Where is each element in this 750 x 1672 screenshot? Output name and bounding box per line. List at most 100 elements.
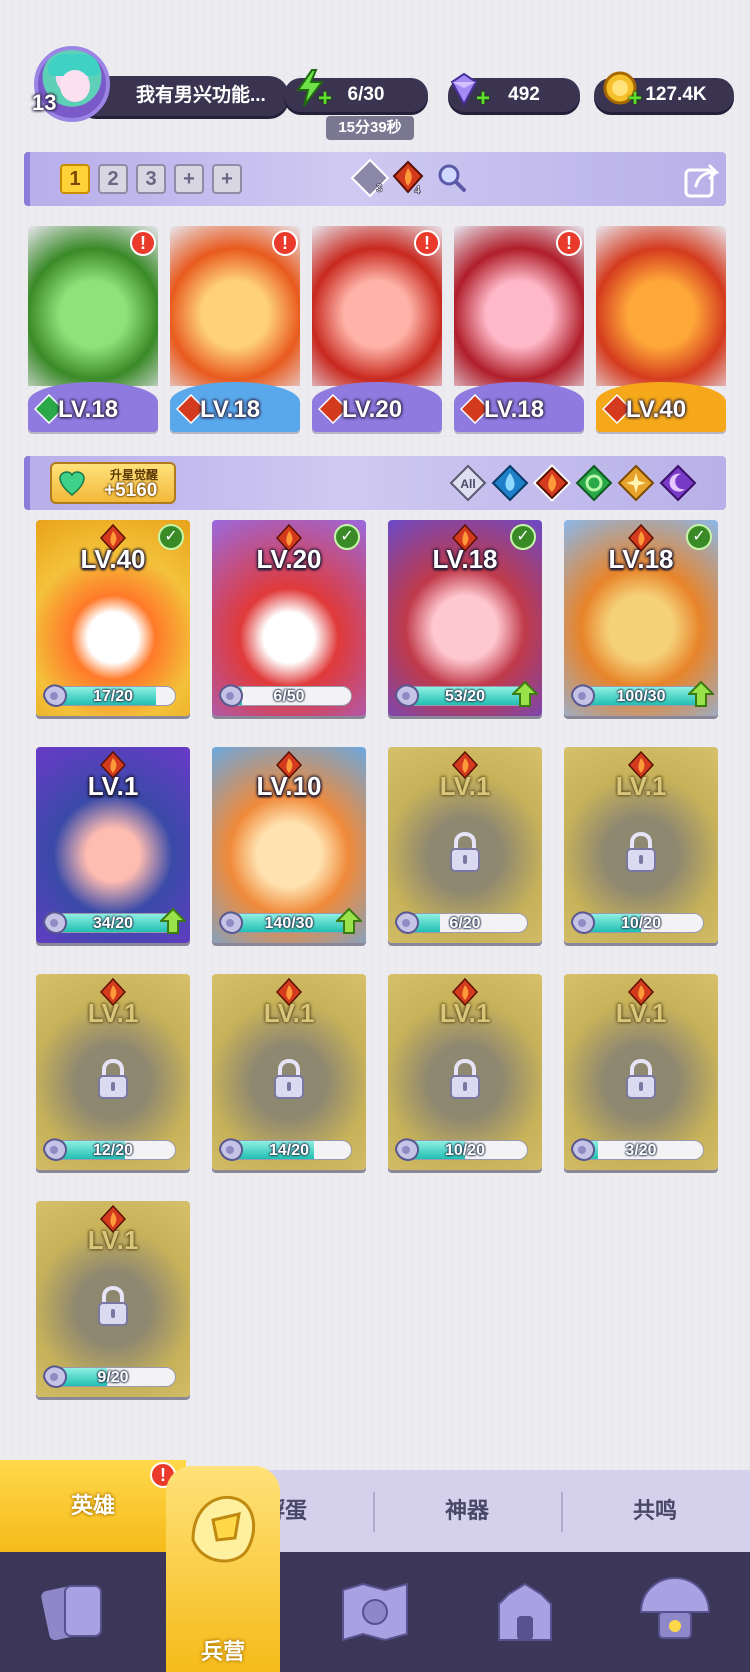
team-hero-card[interactable]: LV.40: [596, 226, 726, 432]
cards-icon: [41, 1585, 102, 1641]
sub-tab-bar: 英雄 ! 孵蛋 神器 共鸣: [0, 1460, 750, 1552]
energy-timer: 15分39秒: [326, 116, 414, 140]
nav-cards[interactable]: [0, 1552, 150, 1672]
team-hero-level: LV.20: [342, 396, 403, 423]
hero-card[interactable]: LV.1 12/20: [36, 974, 190, 1170]
fire-counter-icon[interactable]: 4: [390, 158, 430, 198]
hero-level: LV.1: [263, 998, 315, 1028]
team-tab-add-1[interactable]: +: [174, 164, 204, 194]
upgrade-arrow-icon: [160, 907, 186, 934]
share-icon[interactable]: [682, 160, 722, 200]
filter-wind-icon[interactable]: [574, 463, 614, 503]
player-profile[interactable]: 我有男兴功能... 13: [26, 46, 289, 122]
hero-card[interactable]: LV.1 9/20: [36, 1201, 190, 1397]
hero-card[interactable]: LV.20 ✓ 6/50: [212, 520, 366, 716]
team-hero-card[interactable]: LV.20: [312, 226, 442, 432]
hero-portrait: [596, 226, 726, 386]
lock-icon: [450, 831, 480, 872]
upgrade-arrow-icon: [512, 680, 538, 707]
tab-artifacts-label: 神器: [444, 1498, 489, 1523]
hero-card[interactable]: LV.1 14/20: [212, 974, 366, 1170]
hero-card[interactable]: LV.18 ✓ 100/30: [564, 520, 718, 716]
bottom-nav: 兵营: [0, 1466, 750, 1672]
hero-level: LV.1: [87, 771, 139, 801]
hero-shard-icon: [570, 684, 595, 707]
map-icon: [342, 1582, 408, 1642]
hero-shard-icon: [394, 911, 419, 934]
svg-text:3: 3: [376, 181, 383, 195]
team-hero-card[interactable]: LV.18: [454, 226, 584, 432]
lock-icon: [98, 1285, 128, 1326]
search-icon[interactable]: [432, 158, 472, 198]
nav-barracks[interactable]: 兵营: [166, 1466, 280, 1672]
add-energy-icon[interactable]: +: [318, 87, 334, 111]
hero-card[interactable]: LV.40 ✓ 17/20: [36, 520, 190, 716]
team-hero-level: LV.40: [626, 396, 687, 423]
hero-card[interactable]: LV.1 10/20: [564, 747, 718, 943]
filter-all-icon[interactable]: All: [448, 463, 488, 503]
awakened-check-icon: ✓: [510, 524, 536, 550]
shard-counter-icon[interactable]: 3: [350, 158, 390, 198]
hero-shard-icon: [42, 684, 67, 707]
hero-card[interactable]: LV.1 10/20: [388, 974, 542, 1170]
tab-resonance-label: 共鸣: [632, 1498, 677, 1523]
nav-castle[interactable]: [450, 1552, 600, 1672]
svg-text:4: 4: [414, 183, 421, 197]
hero-card[interactable]: LV.18 ✓ 53/20: [388, 520, 542, 716]
upgrade-arrow-icon: [688, 680, 714, 707]
filter-dark-icon[interactable]: [658, 463, 698, 503]
filter-fire-icon[interactable]: [532, 463, 572, 503]
hero-card[interactable]: LV.1 6/20: [388, 747, 542, 943]
team-tab-2[interactable]: 2: [98, 164, 128, 194]
player-level: 13: [32, 90, 57, 115]
team-tab-3[interactable]: 3: [136, 164, 166, 194]
tab-artifacts[interactable]: 神器: [374, 1470, 560, 1552]
upgrade-arrow-icon: [336, 907, 362, 934]
team-hero-alert-badge: !: [414, 230, 440, 256]
team-hero-alert-badge: !: [272, 230, 298, 256]
filter-light-icon[interactable]: [616, 463, 656, 503]
awakened-check-icon: ✓: [158, 524, 184, 550]
hero-shard-icon: [394, 684, 419, 707]
team-tab-1[interactable]: 1: [60, 164, 90, 194]
team-hero-alert-badge: !: [556, 230, 582, 256]
awakened-check-icon: ✓: [334, 524, 360, 550]
hero-shard-icon: [570, 911, 595, 934]
hero-shard-icon: [42, 1138, 67, 1161]
add-coins-icon[interactable]: +: [628, 87, 644, 111]
hero-card[interactable]: LV.1 3/20: [564, 974, 718, 1170]
hero-shard-icon: [42, 911, 67, 934]
tab-heroes-label: 英雄: [70, 1493, 115, 1518]
hero-level: LV.1: [615, 998, 667, 1028]
castle-icon: [498, 1582, 552, 1641]
barracks-icon: [191, 1495, 256, 1563]
nav-map[interactable]: [300, 1552, 450, 1672]
filter-water-icon[interactable]: [490, 463, 530, 503]
team-hero-card[interactable]: LV.18: [170, 226, 300, 432]
lock-icon: [626, 1058, 656, 1099]
nav-mushroom-house[interactable]: [600, 1552, 750, 1672]
tab-resonance[interactable]: 共鸣: [562, 1470, 748, 1552]
hero-shard-icon: [218, 911, 243, 934]
team-hero-level: LV.18: [484, 396, 545, 423]
hero-card[interactable]: LV.1 34/20: [36, 747, 190, 943]
hero-card[interactable]: LV.10 140/30: [212, 747, 366, 943]
hero-shard-icon: [218, 684, 243, 707]
team-hero-alert-badge: !: [130, 230, 156, 256]
hero-shard-icon: [570, 1138, 595, 1161]
svg-text:All: All: [460, 477, 475, 491]
hero-level: LV.1: [439, 771, 491, 801]
heart-icon: [59, 471, 85, 496]
lock-icon: [98, 1058, 128, 1099]
hero-level: LV.1: [439, 998, 491, 1028]
hero-shard-icon: [218, 1138, 243, 1161]
mushroom-house-icon: [639, 1576, 711, 1639]
team-tab-add-2[interactable]: +: [212, 164, 242, 194]
filter-bar: 升星觉醒 +5160 All: [24, 456, 726, 510]
team-selector-bar: 1 2 3 + + 3 4: [24, 152, 726, 206]
awaken-button[interactable]: 升星觉醒 +5160: [50, 462, 176, 504]
team-hero-card[interactable]: LV.18: [28, 226, 158, 432]
hero-level: LV.1: [87, 1225, 139, 1255]
team-hero-level: LV.18: [58, 396, 119, 423]
add-gems-icon[interactable]: +: [476, 87, 492, 111]
